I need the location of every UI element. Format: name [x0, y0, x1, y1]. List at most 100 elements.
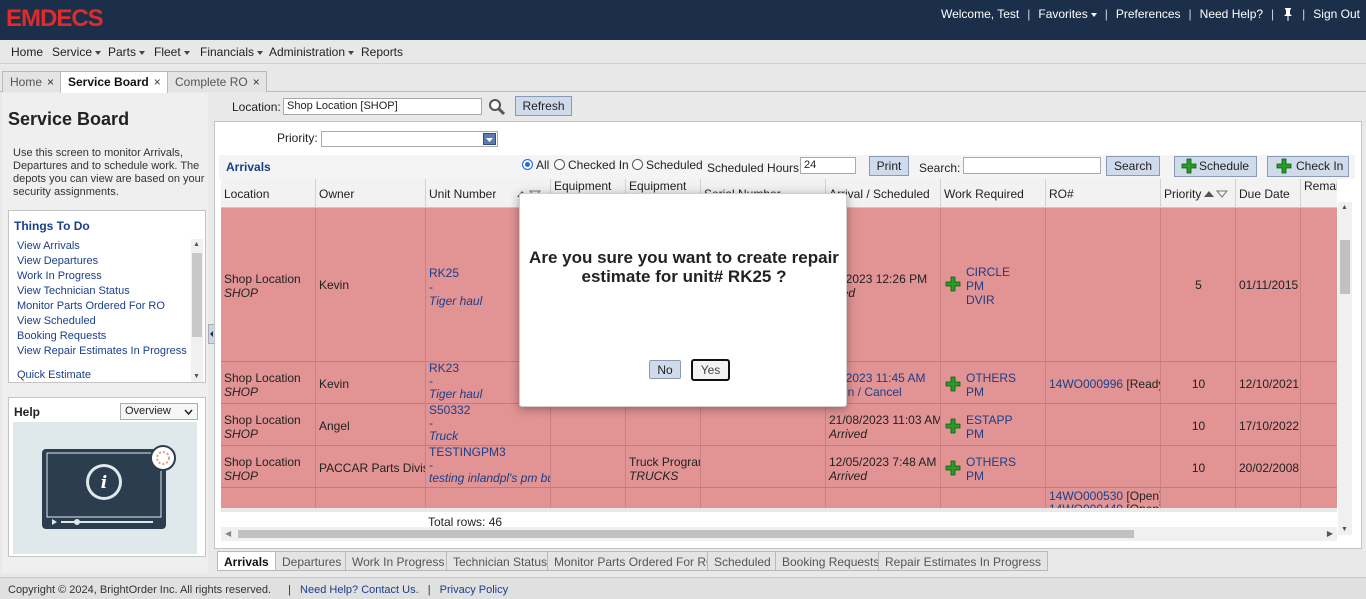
- scroll-down-icon[interactable]: ▼: [193, 373, 200, 380]
- todo-view-arrivals[interactable]: View Arrivals: [17, 239, 187, 254]
- scroll-up-icon[interactable]: ▲: [193, 241, 200, 248]
- scroll-down-icon[interactable]: ▼: [1341, 526, 1348, 533]
- todo-view-departures[interactable]: View Departures: [17, 254, 187, 269]
- unit-link[interactable]: RK23: [429, 362, 482, 375]
- close-icon[interactable]: ×: [47, 75, 54, 89]
- tab-technician-status[interactable]: Technician Status: [446, 551, 555, 571]
- scroll-left-icon[interactable]: ◀: [225, 529, 231, 538]
- sign-out-link[interactable]: Sign Out: [1313, 7, 1360, 21]
- table-row[interactable]: Shop LocationSHOP PACCAR Parts Divisi...…: [221, 446, 1337, 488]
- add-work-icon[interactable]: [945, 460, 961, 479]
- tab-complete-ro[interactable]: Complete RO ×: [167, 71, 267, 92]
- tab-service-board[interactable]: Service Board ×: [60, 71, 168, 93]
- unit-link[interactable]: S50332: [429, 404, 470, 417]
- radio-checked-in[interactable]: Checked In: [554, 158, 629, 172]
- close-icon[interactable]: ×: [154, 75, 161, 89]
- table-row[interactable]: Shop Location SHOP Angel S50332- Truck 21/…: [221, 404, 1337, 446]
- tab-monitor-parts[interactable]: Monitor Parts Ordered For RO: [547, 551, 723, 571]
- tab-scheduled[interactable]: Scheduled: [707, 551, 778, 571]
- todo-booking-requests[interactable]: Booking Requests: [17, 329, 187, 344]
- work-item[interactable]: ESTAPP: [966, 413, 1012, 427]
- menu-reports[interactable]: Reports: [361, 45, 403, 59]
- scheduled-hours-input[interactable]: 24: [800, 157, 856, 174]
- preferences-link[interactable]: Preferences: [1116, 7, 1181, 21]
- radio-scheduled[interactable]: Scheduled: [632, 158, 703, 172]
- todo-quick-estimate[interactable]: Quick Estimate: [17, 368, 187, 383]
- need-help-link[interactable]: Need Help?: [1200, 7, 1263, 21]
- scroll-up-icon[interactable]: ▲: [1341, 204, 1348, 211]
- todo-view-technician-status[interactable]: View Technician Status: [17, 284, 187, 299]
- unit-link[interactable]: TESTINGPM3: [429, 446, 550, 459]
- menu-administration[interactable]: Administration: [269, 45, 355, 59]
- search-input[interactable]: [963, 157, 1101, 174]
- radio-all[interactable]: All: [522, 158, 549, 172]
- scroll-right-icon[interactable]: ▶: [1327, 529, 1333, 538]
- favorites-menu[interactable]: Favorites: [1038, 7, 1097, 21]
- yes-button[interactable]: Yes: [691, 359, 730, 381]
- menu-parts[interactable]: Parts: [108, 45, 146, 59]
- col-priority[interactable]: Priority: [1161, 179, 1236, 208]
- ro-link[interactable]: 14WO000530: [1049, 489, 1123, 503]
- work-item[interactable]: PM: [966, 427, 1012, 441]
- add-work-icon[interactable]: [945, 418, 961, 437]
- tab-repair-estimates[interactable]: Repair Estimates In Progress: [878, 551, 1049, 571]
- col-location[interactable]: Location: [221, 179, 316, 208]
- work-item[interactable]: OTHERS: [966, 371, 1016, 385]
- menu-service[interactable]: Service: [52, 45, 102, 59]
- grid-vertical-scrollbar[interactable]: ▲ ▼: [1338, 202, 1352, 535]
- close-icon[interactable]: ×: [253, 75, 260, 89]
- grid-vertical-thumb[interactable]: [1340, 240, 1350, 294]
- work-item[interactable]: OTHERS: [966, 455, 1016, 469]
- contact-link[interactable]: Need Help? Contact Us.: [300, 584, 419, 596]
- work-item[interactable]: PM: [966, 385, 1016, 399]
- app-logo[interactable]: EMDECS: [6, 5, 104, 33]
- tab-booking-requests[interactable]: Booking Requests: [775, 551, 887, 571]
- no-button[interactable]: No: [649, 360, 681, 379]
- col-due-date[interactable]: Due Date: [1236, 179, 1301, 208]
- todo-scrollbar[interactable]: ▲ ▼: [191, 239, 203, 382]
- add-work-icon[interactable]: [945, 376, 961, 395]
- pin-icon[interactable]: [1282, 7, 1294, 21]
- todo-monitor-parts[interactable]: Monitor Parts Ordered For RO: [17, 299, 187, 314]
- tab-work-in-progress[interactable]: Work In Progress: [345, 551, 452, 571]
- menu-home[interactable]: Home: [11, 45, 43, 59]
- search-icon[interactable]: [488, 98, 506, 119]
- work-item[interactable]: PM: [966, 469, 1016, 483]
- tab-departures[interactable]: Departures: [275, 551, 349, 571]
- print-button[interactable]: Print: [869, 156, 909, 176]
- due-date: 20/02/2008: [1239, 461, 1300, 475]
- tab-arrivals[interactable]: Arrivals: [217, 551, 276, 571]
- location-input[interactable]: Shop Location [SHOP]: [283, 98, 482, 115]
- sort-icon[interactable]: [1203, 188, 1229, 202]
- col-remaining[interactable]: Remai re: [1301, 179, 1337, 208]
- col-owner[interactable]: Owner: [316, 179, 426, 208]
- work-item[interactable]: PM: [966, 279, 1010, 293]
- priority-select[interactable]: [321, 131, 498, 147]
- work-item[interactable]: DVIR: [966, 293, 1010, 307]
- work-item[interactable]: CIRCLE: [966, 265, 1010, 279]
- menu-financials[interactable]: Financials: [200, 45, 264, 59]
- privacy-link[interactable]: Privacy Policy: [440, 584, 508, 596]
- todo-view-repair-estimates[interactable]: View Repair Estimates In Progress: [17, 344, 187, 359]
- todo-work-in-progress[interactable]: Work In Progress: [17, 269, 187, 284]
- chevron-down-icon: [1090, 12, 1097, 17]
- add-work-icon[interactable]: [945, 276, 961, 295]
- unit-link[interactable]: RK25: [429, 266, 482, 280]
- ro-link[interactable]: 14WO000996: [1049, 377, 1123, 391]
- schedule-button[interactable]: Schedule: [1174, 156, 1257, 177]
- menu-fleet[interactable]: Fleet: [154, 45, 190, 59]
- help-topic-select[interactable]: Overview: [120, 403, 198, 420]
- tab-home[interactable]: Home ×: [2, 71, 62, 92]
- col-work-required[interactable]: Work Required: [941, 179, 1046, 208]
- col-ro-number[interactable]: RO#: [1046, 179, 1161, 208]
- check-in-button[interactable]: Check In: [1267, 156, 1349, 177]
- chevron-down-icon: [183, 50, 190, 55]
- refresh-button[interactable]: Refresh: [515, 96, 572, 116]
- grid-horizontal-thumb[interactable]: [238, 530, 1134, 538]
- todo-scroll-thumb[interactable]: [192, 253, 202, 337]
- todo-view-scheduled[interactable]: View Scheduled: [17, 314, 187, 329]
- help-video-thumbnail[interactable]: i: [13, 422, 197, 554]
- search-button[interactable]: Search: [1106, 156, 1160, 176]
- chevron-down-icon[interactable]: [483, 133, 496, 145]
- grid-horizontal-scrollbar[interactable]: ◀ ▶: [221, 527, 1337, 541]
